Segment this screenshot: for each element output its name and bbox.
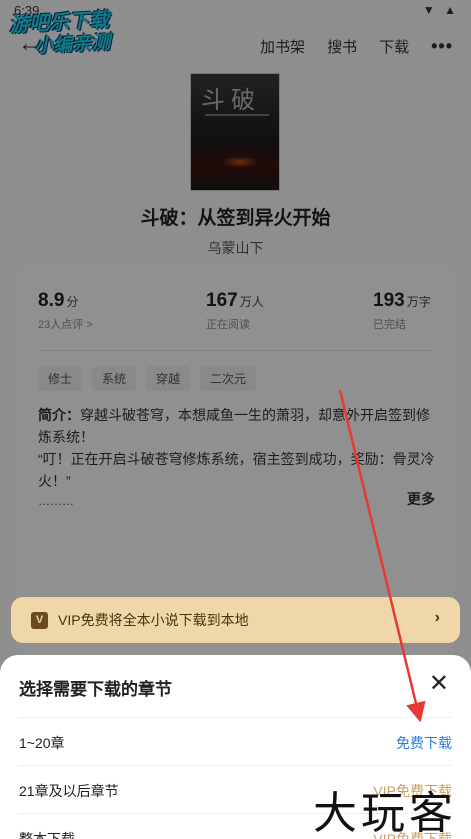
annotation-arrow bbox=[338, 389, 426, 723]
annotation-arrow-line bbox=[338, 389, 426, 723]
